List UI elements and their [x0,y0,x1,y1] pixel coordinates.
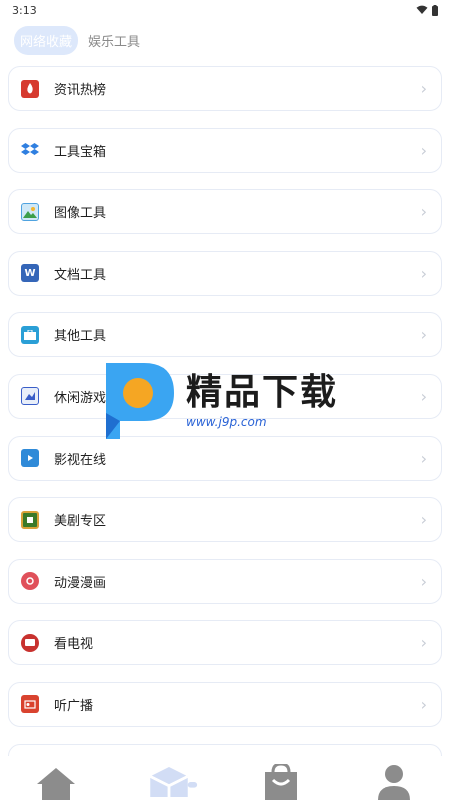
anime-icon [21,572,39,591]
box-icon [149,767,197,797]
tab-network-favorites[interactable]: 网络收藏 [14,25,79,55]
game-icon [21,387,39,406]
category-list: 资讯热榜 › 工具宝箱 › 图像工具 › W 文档工具 › 其他工具 › 休闲游… [8,66,442,756]
nav-user-button[interactable] [364,760,424,800]
nav-home-button[interactable] [26,760,86,800]
chevron-right-icon: › [420,510,427,530]
chevron-right-icon: › [420,448,427,468]
chevron-right-icon: › [420,694,427,714]
list-item-label: 影视在线 [54,452,107,468]
nav-box-button[interactable] [139,760,199,800]
dropbox-icon [21,141,39,159]
list-item[interactable]: 听广播 › [8,681,442,727]
chevron-right-icon: › [420,79,427,98]
list-item-label: 看电视 [54,637,94,653]
list-item-label: 休闲游戏 [54,390,107,406]
radio-icon [21,695,39,714]
list-item-label: 其他工具 [54,329,107,345]
category-tabs: 网络收藏 娱乐工具 [14,25,146,55]
battery-icon [432,4,438,16]
list-item-label: 动漫漫画 [54,575,107,591]
chevron-right-icon: › [420,325,427,345]
list-item-label: 工具宝箱 [54,144,107,160]
tab-entertainment-tools[interactable]: 娱乐工具 [82,26,146,55]
toolbox-icon [21,325,39,344]
chevron-right-icon: › [420,633,427,653]
list-item-label: 图像工具 [54,206,107,222]
list-item[interactable]: 动漫漫画 › [8,558,442,604]
list-item[interactable] [8,743,442,756]
chevron-right-icon: › [420,263,427,283]
chevron-right-icon: › [420,571,427,591]
status-time: 3:13 [12,3,37,17]
tv-series-icon [21,510,39,529]
list-item-label: 听广播 [54,698,94,714]
nav-bag-button[interactable] [251,760,311,800]
list-item[interactable]: 其他工具 › [8,312,442,358]
film-icon [21,449,39,468]
list-item[interactable]: 看电视 › [8,620,442,666]
list-item[interactable]: 影视在线 › [8,435,442,481]
list-item[interactable]: 图像工具 › [8,189,442,235]
fire-news-icon [21,79,39,98]
chevron-right-icon: › [420,202,427,222]
list-item[interactable]: 工具宝箱 › [8,127,442,173]
list-item[interactable]: 美剧专区 › [8,497,442,543]
wifi-icon [416,5,428,14]
bottom-nav [0,756,450,800]
user-icon [377,765,410,800]
tv-icon [21,633,39,652]
list-item-label: 美剧专区 [54,514,107,530]
list-item-label: 文档工具 [54,267,107,283]
chevron-right-icon: › [420,386,427,406]
home-icon [37,768,76,800]
list-item[interactable]: 休闲游戏 › [8,373,442,419]
chevron-right-icon: › [420,140,427,160]
image-icon [21,202,39,221]
status-bar: 3:13 [0,0,450,20]
list-item-label: 资讯热榜 [54,83,107,98]
status-icons [416,4,438,16]
word-doc-icon: W [21,264,39,283]
bag-icon [265,764,298,800]
list-item[interactable]: W 文档工具 › [8,250,442,296]
list-item[interactable]: 资讯热榜 › [8,66,442,111]
